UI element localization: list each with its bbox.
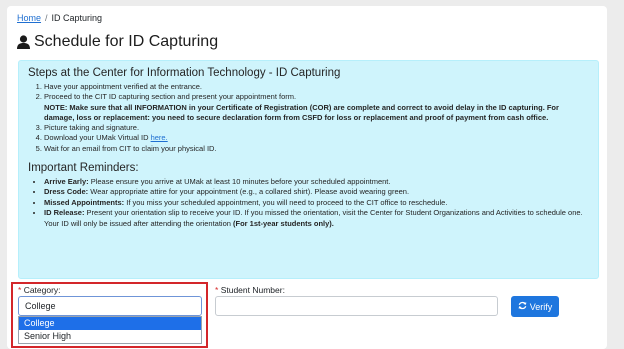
step-item: Picture taking and signature. xyxy=(44,123,589,133)
sync-icon xyxy=(518,301,527,312)
student-number-input[interactable] xyxy=(215,296,498,316)
required-mark: * xyxy=(215,285,219,295)
user-icon xyxy=(17,35,30,49)
reminder-item: ID Release: Present your orientation sli… xyxy=(44,208,589,229)
step-item: Proceed to the CIT ID capturing section … xyxy=(44,92,589,123)
student-number-label-text: Student Number: xyxy=(220,285,285,295)
reminder-text: Please ensure you arrive at UMak at leas… xyxy=(90,177,391,187)
highlight-annotation-frame xyxy=(11,282,208,348)
reminder-bold-tail: (For 1st-year students only). xyxy=(233,218,334,228)
reminder-item: Dress Code: Wear appropriate attire for … xyxy=(44,187,589,197)
virtual-id-download-link[interactable]: here. xyxy=(151,133,168,142)
reminders-list: Arrive Early: Please ensure you arrive a… xyxy=(28,177,589,229)
student-number-label: * Student Number: xyxy=(215,285,285,295)
verify-button[interactable]: Verify xyxy=(511,296,559,317)
info-alert: Steps at the Center for Information Tech… xyxy=(18,60,599,279)
reminder-item: Arrive Early: Please ensure you arrive a… xyxy=(44,177,589,187)
verify-button-label: Verify xyxy=(529,301,553,312)
step-item: Have your appointment verified at the en… xyxy=(44,82,589,92)
reminder-text: If you miss your scheduled appointment, … xyxy=(126,197,448,207)
step-item: Download your UMak Virtual ID here. xyxy=(44,133,589,143)
reminder-label: Arrive Early: xyxy=(44,177,89,187)
steps-list: Have your appointment verified at the en… xyxy=(28,82,589,154)
page-title: Schedule for ID Capturing xyxy=(17,33,218,51)
page-title-text: Schedule for ID Capturing xyxy=(34,33,219,50)
reminder-label: ID Release: xyxy=(44,208,85,218)
reminder-label: Dress Code: xyxy=(44,187,89,197)
steps-heading: Steps at the Center for Information Tech… xyxy=(28,67,341,79)
step-text: Proceed to the CIT ID capturing section … xyxy=(44,92,297,102)
breadcrumb-separator: / xyxy=(45,13,48,23)
reminder-text: Wear appropriate attire for your appoint… xyxy=(90,187,410,197)
step-text: Download your UMak Virtual ID xyxy=(44,133,149,143)
breadcrumb-current: ID Capturing xyxy=(51,13,103,23)
reminders-heading: Important Reminders: xyxy=(28,162,139,175)
step-item: Wait for an email from CIT to claim your… xyxy=(44,144,589,154)
breadcrumb-home-link[interactable]: Home xyxy=(17,13,41,23)
reminder-label: Missed Appointments: xyxy=(44,197,125,207)
reminder-item: Missed Appointments: If you miss your sc… xyxy=(44,198,589,208)
breadcrumb: Home / ID Capturing xyxy=(17,13,102,23)
step-note: NOTE: Make sure that all INFORMATION in … xyxy=(44,102,559,122)
